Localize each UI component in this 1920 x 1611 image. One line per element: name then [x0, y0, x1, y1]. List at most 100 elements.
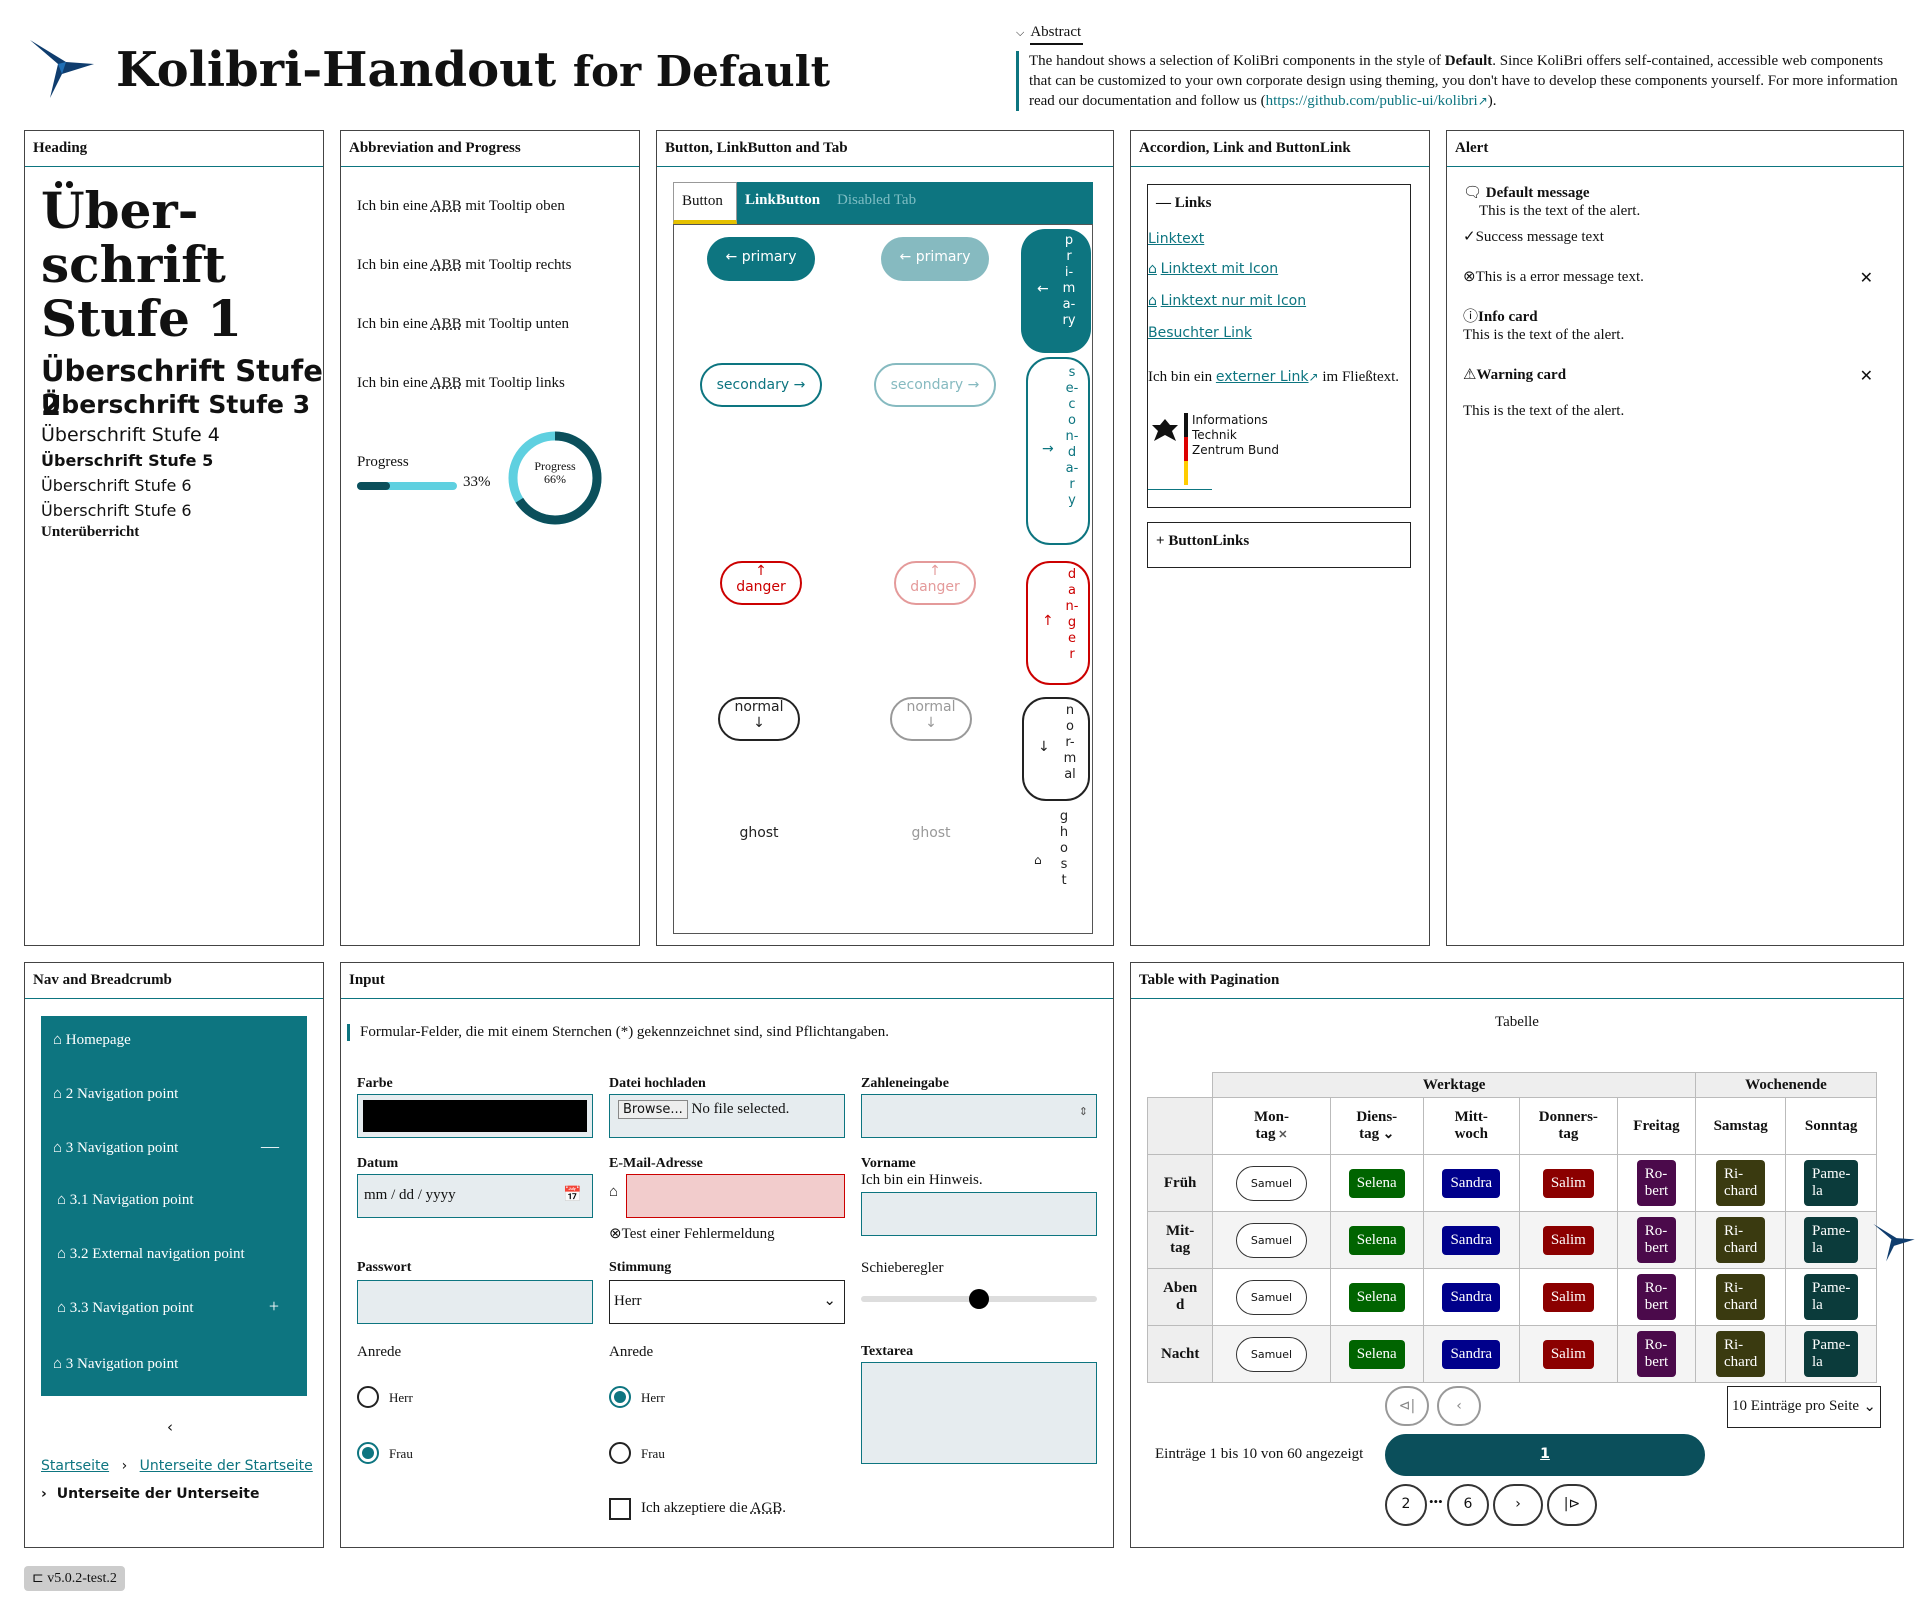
normal-button[interactable]: normal ↓	[718, 697, 800, 741]
calendar-icon: 📅	[563, 1187, 582, 1203]
column-header[interactable]: Diens- tag ⌄	[1329, 1097, 1424, 1155]
badge-samuel[interactable]: Samuel	[1235, 1279, 1308, 1315]
primary-button-narrow[interactable]: ← p r i-m a-ry	[1021, 229, 1091, 353]
accordion-header[interactable]: — Links	[1148, 185, 1410, 222]
badge-samuel[interactable]: Samuel	[1235, 1165, 1308, 1201]
abstract-details[interactable]: ⌵ Abstract The handout shows a selection …	[1016, 24, 1906, 111]
abbr-line-left: Ich bin eine ABB mit Tooltip links	[357, 375, 565, 391]
email-input[interactable]	[626, 1174, 845, 1218]
abbreviation[interactable]: ABB	[431, 198, 462, 214]
badge-robert: Ro- bert	[1636, 1274, 1677, 1320]
accordion-links: — Links Linktext ⌂ Linktext mit Icon ⌂ L…	[1147, 184, 1411, 508]
table-cell: Salim	[1518, 1211, 1618, 1269]
page-size-select[interactable]: 10 Einträge pro Seite ⌄	[1727, 1386, 1881, 1428]
arrow-left-icon: ←	[725, 249, 738, 265]
nav-breadcrumb-card: Nav and Breadcrumb ⌂ Homepage ⌂ 2 Naviga…	[24, 962, 324, 1548]
corner-cell	[1146, 1097, 1214, 1155]
tab-disabled: Disabled Tab	[837, 192, 917, 208]
date-input[interactable]: mm / dd / yyyy 📅	[357, 1174, 593, 1218]
danger-button[interactable]: ↑ danger	[720, 561, 802, 605]
agb-checkbox[interactable]	[609, 1498, 631, 1520]
page-title: Kolibri-Handout for Default	[116, 42, 831, 98]
nav-item-3[interactable]: ⌂ 3 Navigation point	[53, 1140, 178, 1157]
table-pagination-card: Table with Pagination Tabelle Werktage W…	[1130, 962, 1904, 1548]
ghost-button[interactable]: ghost	[718, 825, 800, 855]
radio-frau-2[interactable]	[609, 1442, 631, 1464]
close-icon[interactable]: ✕	[1860, 268, 1873, 288]
textarea-input[interactable]	[861, 1362, 1097, 1464]
link-plain[interactable]: Linktext	[1148, 231, 1204, 248]
slider-track[interactable]	[861, 1289, 1097, 1309]
next-page-icon[interactable]: ›	[1493, 1484, 1543, 1526]
accordion-buttonlinks[interactable]: + ButtonLinks	[1147, 522, 1411, 568]
abbreviation[interactable]: AGB	[751, 1500, 783, 1516]
color-input[interactable]	[357, 1094, 593, 1138]
heading-card: Heading Über-schrift Stufe 1 Überschrift …	[24, 130, 324, 946]
last-page-icon[interactable]: |⊳	[1547, 1484, 1597, 1526]
nav-item-3-3[interactable]: ⌂ 3.3 Navigation point	[57, 1300, 194, 1317]
sort-clear-icon[interactable]: ✕	[1275, 1129, 1287, 1141]
abbreviation[interactable]: ABB	[431, 257, 462, 273]
tab-linkbutton[interactable]: LinkButton	[737, 182, 827, 224]
abstract-summary[interactable]: Abstract	[1030, 24, 1084, 45]
table-cell: Samuel	[1212, 1325, 1331, 1383]
column-header[interactable]: Mon- tag ✕	[1212, 1097, 1331, 1155]
badge-samuel[interactable]: Samuel	[1235, 1336, 1308, 1372]
abbreviation[interactable]: ABB	[431, 316, 462, 332]
radio-herr[interactable]	[357, 1386, 379, 1408]
slider-handle[interactable]	[969, 1289, 989, 1309]
table-caption: Tabelle	[1495, 1014, 1539, 1030]
warning-icon: ⚠	[1463, 367, 1477, 383]
browse-button[interactable]: Browse...	[618, 1100, 688, 1119]
badge-selena: Selena	[1348, 1225, 1405, 1255]
progress-bar-value: 33%	[463, 474, 491, 490]
table-row: Früh Samuel Selena Sandra Salim Ro- bert Ri- c…	[1146, 1154, 1877, 1212]
close-icon[interactable]: ✕	[1860, 366, 1873, 386]
current-page-button[interactable]: 1	[1385, 1434, 1705, 1476]
external-link[interactable]: externer Link	[1216, 369, 1309, 385]
mood-select[interactable]: Herr ⌄	[609, 1280, 845, 1324]
tab-button[interactable]: Button	[673, 182, 737, 224]
link-visited[interactable]: Besuchter Link	[1148, 325, 1252, 342]
badge-samuel[interactable]: Samuel	[1235, 1222, 1308, 1258]
nav-item-3-1[interactable]: ⌂ 3.1 Navigation point	[57, 1192, 194, 1209]
nav-collapse-chevron-icon[interactable]: ‹	[167, 1418, 173, 1436]
github-link[interactable]: https://github.com/public-ui/kolibri	[1266, 93, 1478, 109]
password-input[interactable]	[357, 1280, 593, 1324]
nav-item-homepage[interactable]: ⌂ Homepage	[53, 1032, 131, 1049]
page-6-button[interactable]: 6	[1447, 1484, 1489, 1526]
nav-item-3-2[interactable]: ⌂ 3.2 External navigation point	[57, 1246, 245, 1263]
breadcrumb-link-unterseite[interactable]: Unterseite der Startseite	[140, 1458, 313, 1474]
normal-button-narrow[interactable]: ↓ n o r-m al	[1022, 697, 1090, 801]
link-with-icon[interactable]: ⌂ Linktext mit Icon	[1148, 261, 1278, 278]
nav-item-3b[interactable]: ⌂ 3 Navigation point	[53, 1356, 178, 1373]
secondary-button-narrow[interactable]: → s e-c o n-d a-r y	[1026, 357, 1090, 545]
firstname-input[interactable]	[861, 1192, 1097, 1236]
abbreviation[interactable]: ABB	[431, 375, 462, 391]
mood-label: Stimmung	[609, 1260, 672, 1275]
table-row: Aben d Samuel Selena Sandra Salim Ro- bert Ri-…	[1146, 1268, 1877, 1326]
home-icon: ⌂	[609, 1184, 619, 1200]
itzbund-logo-link[interactable]: Informations Technik Zentrum Bund	[1148, 413, 1348, 493]
abbreviation-progress-card: Abbreviation and Progress Ich bin eine A…	[340, 130, 640, 946]
page-2-button[interactable]: 2	[1385, 1484, 1427, 1526]
page-header: Kolibri-Handout for Default	[24, 26, 1004, 110]
link-icon-only[interactable]: ⌂ Linktext nur mit Icon	[1148, 293, 1306, 310]
radio-herr-label-2: Herr	[641, 1390, 665, 1405]
file-upload-input[interactable]: Browse... No file selected.	[609, 1094, 845, 1138]
expand-icon[interactable]: +	[269, 1296, 279, 1317]
sort-down-icon[interactable]: ⌄	[1379, 1127, 1395, 1142]
number-input[interactable]: ⇕	[861, 1094, 1097, 1138]
radio-herr-2[interactable]	[609, 1386, 631, 1408]
breadcrumb-link-startseite[interactable]: Startseite	[41, 1458, 109, 1474]
ghost-button-narrow[interactable]: ⌂ ghost	[1034, 809, 1084, 909]
accordion-header[interactable]: + ButtonLinks	[1148, 523, 1410, 560]
secondary-button[interactable]: secondary →	[700, 363, 822, 407]
nav-item-2[interactable]: ⌂ 2 Navigation point	[53, 1086, 178, 1103]
primary-button[interactable]: ← primary	[707, 237, 815, 281]
card-title: Nav and Breadcrumb	[25, 963, 323, 999]
radio-frau[interactable]	[357, 1442, 379, 1464]
collapse-icon[interactable]: —	[261, 1136, 279, 1157]
external-link-icon: ↗	[1308, 370, 1319, 384]
danger-button-narrow[interactable]: ↑ d a n-g e r	[1026, 561, 1090, 685]
